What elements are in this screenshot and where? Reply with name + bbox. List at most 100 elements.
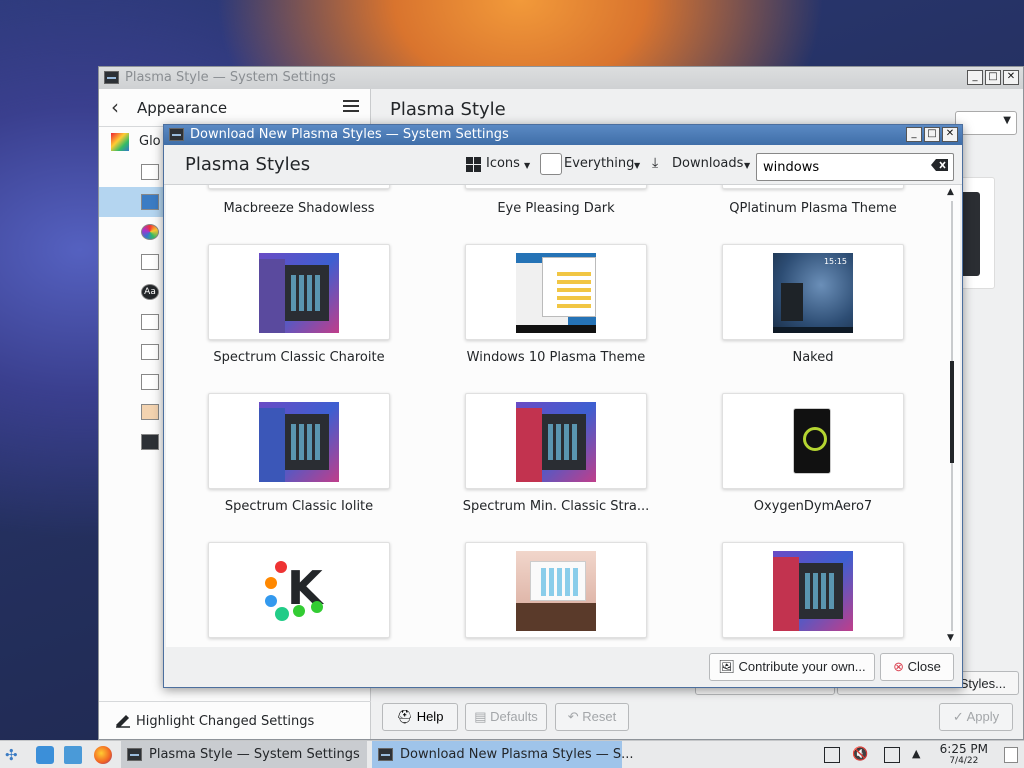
style-card[interactable]: [465, 185, 647, 189]
style-card[interactable]: 15:15: [722, 244, 904, 340]
style-thumbnail: 15:15: [773, 253, 853, 333]
close-button[interactable]: ✕: [942, 127, 958, 142]
plasma-style-icon: [141, 194, 159, 210]
document-icon: ▤: [474, 709, 487, 724]
style-label[interactable]: Spectrum Min. Classic Stra...: [436, 499, 676, 514]
style-card[interactable]: [208, 393, 390, 489]
style-label[interactable]: Windows 10 Plasma Theme: [436, 350, 676, 365]
style-combo[interactable]: ▼: [955, 111, 1017, 135]
grid-view-icon: [466, 157, 481, 172]
dialog-close-button[interactable]: ⊗ Close: [880, 653, 954, 681]
sort-button[interactable]: ⤓ Downloads ▼: [652, 155, 751, 176]
dropdown-caret-icon: ▼: [744, 161, 751, 170]
filter-button[interactable]: Everything ▼: [540, 153, 641, 176]
page-title: Plasma Style: [390, 99, 506, 120]
close-circle-icon: ⊗: [893, 659, 905, 674]
dropdown-caret-icon: ▼: [524, 161, 531, 170]
defaults-button[interactable]: ▤ Defaults: [465, 703, 547, 731]
clipboard-icon[interactable]: [824, 747, 840, 763]
system-settings-app-icon: [378, 748, 393, 761]
cursors-icon: [141, 344, 159, 360]
clock-time: 6:25 PM: [939, 742, 988, 756]
application-launcher-icon[interactable]: ✣: [5, 746, 23, 764]
dropdown-caret-icon: ▼: [634, 161, 641, 170]
style-label[interactable]: Naked: [693, 350, 933, 365]
style-label[interactable]: Eye Pleasing Dark: [436, 201, 676, 216]
style-card[interactable]: K: [208, 542, 390, 638]
task-label: Download New Plasma Styles — S...: [400, 747, 634, 762]
global-theme-icon: [111, 133, 129, 151]
minimize-button[interactable]: _: [906, 127, 922, 142]
launch-feedback-icon: [141, 374, 159, 390]
system-settings-app-icon: [104, 71, 119, 84]
thumbnail-clock: 15:15: [823, 257, 847, 266]
clear-text-icon[interactable]: [931, 158, 949, 172]
vertical-scrollbar[interactable]: ▲ ▼: [944, 185, 960, 647]
sidebar-footer: Highlight Changed Settings: [99, 701, 371, 739]
firefox-icon[interactable]: [94, 746, 112, 764]
style-label[interactable]: Macbreeze Shadowless: [179, 201, 419, 216]
show-desktop-icon[interactable]: [1004, 747, 1018, 763]
help-button[interactable]: ⛑ Help: [382, 703, 458, 731]
task-download-dialog[interactable]: Download New Plasma Styles — S...: [372, 741, 634, 768]
styles-grid: Macbreeze Shadowless Eye Pleasing Dark Q…: [166, 185, 960, 647]
style-label[interactable]: Spectrum Classic Charoite: [179, 350, 419, 365]
file-manager-icon[interactable]: [64, 746, 82, 764]
apply-button[interactable]: ✓ Apply: [939, 703, 1013, 731]
style-card[interactable]: [208, 244, 390, 340]
highlight-changed-settings-label[interactable]: Highlight Changed Settings: [136, 714, 314, 729]
style-card[interactable]: [722, 542, 904, 638]
hamburger-menu-icon[interactable]: [343, 100, 359, 112]
maximize-button[interactable]: □: [924, 127, 940, 142]
network-icon[interactable]: [884, 747, 900, 763]
help-icon: ⛑: [396, 709, 414, 724]
download-icon: ⤓: [652, 155, 659, 171]
clock[interactable]: 6:25 PM 7/4/22: [940, 743, 988, 767]
back-chevron-icon[interactable]: ‹: [111, 95, 119, 119]
checkmark-icon: ✓: [952, 709, 964, 724]
close-button[interactable]: ✕: [1003, 70, 1019, 85]
style-thumbnail: [259, 253, 339, 333]
style-thumbnail: [259, 402, 339, 482]
style-thumbnail: [516, 551, 596, 631]
task-system-settings[interactable]: Plasma Style — System Settings: [121, 741, 367, 768]
taskbar: ✣ Plasma Style — System Settings Downloa…: [0, 740, 1024, 768]
style-card[interactable]: [465, 542, 647, 638]
window-decorations-icon: [141, 254, 159, 270]
reset-button[interactable]: ↶ Reset: [555, 703, 629, 731]
style-thumbnail: [773, 551, 853, 631]
style-label[interactable]: Spectrum Classic Iolite: [179, 499, 419, 514]
highlight-pen-icon: [115, 714, 130, 728]
task-label: Plasma Style — System Settings: [149, 747, 360, 762]
fonts-icon: Aa: [141, 284, 159, 300]
contribute-button[interactable]: 🖼 Contribute your own...: [709, 653, 875, 681]
volume-muted-icon[interactable]: 🔇: [852, 747, 868, 763]
style-card[interactable]: [465, 244, 647, 340]
system-settings-app-icon: [127, 748, 142, 761]
k-logo-icon: K: [259, 551, 339, 631]
maximize-button[interactable]: □: [985, 70, 1001, 85]
sidebar-item-label: Glo: [139, 134, 161, 149]
scroll-down-arrow-icon[interactable]: ▼: [947, 633, 954, 643]
search-input[interactable]: [756, 153, 954, 181]
dialog-footer: 🖼 Contribute your own... ⊗ Close: [164, 647, 962, 687]
window-titlebar[interactable]: Plasma Style — System Settings _ □ ✕: [99, 67, 1023, 89]
minimize-button[interactable]: _: [967, 70, 983, 85]
style-label[interactable]: OxygenDymAero7: [693, 499, 933, 514]
style-card[interactable]: [722, 393, 904, 489]
discover-icon[interactable]: [36, 746, 54, 764]
sidebar-back-label[interactable]: Appearance: [137, 99, 227, 117]
sidebar-header: ‹ Appearance: [99, 89, 371, 127]
app-style-icon: [141, 164, 159, 180]
scroll-thumb[interactable]: [950, 361, 954, 463]
dialog-titlebar[interactable]: Download New Plasma Styles — System Sett…: [164, 125, 962, 145]
scroll-up-arrow-icon[interactable]: ▲: [947, 187, 954, 197]
style-card[interactable]: [722, 185, 904, 189]
style-card[interactable]: [465, 393, 647, 489]
style-label[interactable]: QPlatinum Plasma Theme: [693, 201, 933, 216]
style-card[interactable]: [208, 185, 390, 189]
show-hidden-icons-icon[interactable]: ▲: [912, 747, 928, 763]
chevron-down-icon: ▼: [1003, 115, 1011, 126]
colors-icon: [141, 224, 159, 240]
view-mode-button[interactable]: Icons ▼: [466, 156, 530, 176]
